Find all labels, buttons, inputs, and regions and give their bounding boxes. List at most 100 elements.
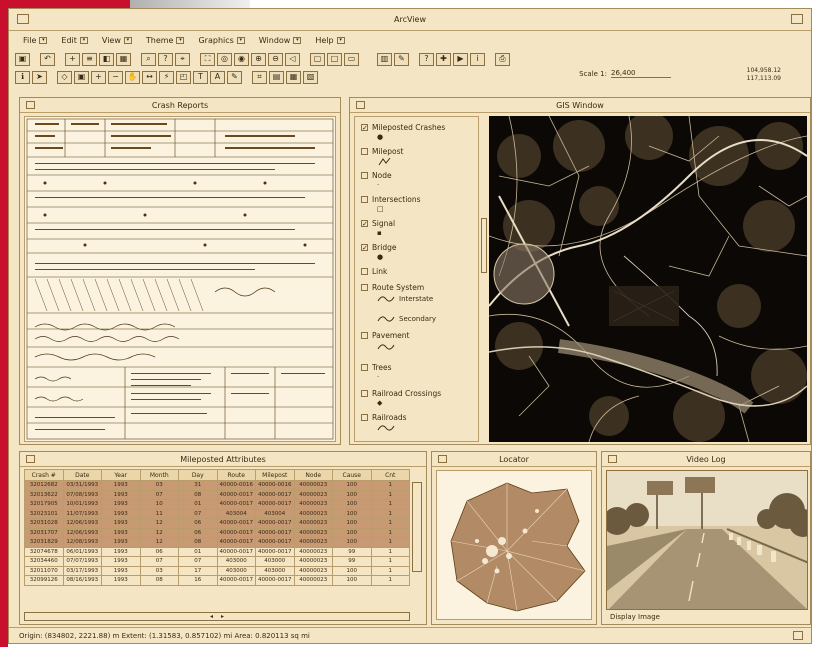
table-cell[interactable]: 40000-0017: [255, 499, 295, 510]
theme-properties-icon[interactable]: ≡: [82, 52, 97, 66]
table-cell[interactable]: 403000: [216, 565, 256, 576]
query-icon[interactable]: ?: [158, 52, 173, 66]
table-cell[interactable]: 11/07/1993: [62, 508, 102, 519]
add-theme-icon[interactable]: +: [65, 52, 80, 66]
table-cell[interactable]: 12: [139, 537, 179, 548]
column-header[interactable]: Year: [101, 469, 141, 481]
zoom-out-tool-icon[interactable]: −: [108, 70, 123, 84]
table-cell[interactable]: 40000-0017: [255, 537, 295, 548]
table-cell[interactable]: 1: [370, 508, 410, 519]
legend-bridge[interactable]: ✓ Bridge: [361, 243, 396, 252]
table-cell[interactable]: 32013622: [24, 489, 64, 500]
zoom-active-icon[interactable]: ◎: [217, 52, 232, 66]
pointer-icon[interactable]: ➤: [32, 70, 47, 84]
column-header[interactable]: Date: [62, 469, 102, 481]
table-cell[interactable]: 403000: [255, 565, 295, 576]
crash-tool-icon[interactable]: ✚: [436, 52, 451, 66]
legend-trees[interactable]: Trees: [361, 363, 392, 372]
table-cell[interactable]: 40000-0017: [216, 575, 256, 586]
legend-route-system[interactable]: Route System: [361, 283, 424, 292]
table-cell[interactable]: 12/06/1993: [62, 518, 102, 529]
video-tool-icon[interactable]: ▶: [453, 52, 468, 66]
table-cell[interactable]: 1: [370, 565, 410, 576]
hotlink-icon[interactable]: ⚡: [159, 70, 174, 84]
table-cell[interactable]: 07/07/1993: [62, 556, 102, 567]
checkbox-icon[interactable]: [361, 414, 368, 421]
menu-graphics[interactable]: Graphics ▾: [198, 36, 245, 45]
identify-icon[interactable]: ℹ: [15, 70, 30, 84]
column-header[interactable]: Cnt: [370, 469, 410, 481]
table-cell[interactable]: 07/08/1993: [62, 489, 102, 500]
locate-icon[interactable]: ⌖: [175, 52, 190, 66]
checkbox-icon[interactable]: [361, 364, 368, 371]
table-cell[interactable]: 1: [370, 499, 410, 510]
print-icon[interactable]: ⎙: [495, 52, 510, 66]
table-cell[interactable]: 40000-0017: [255, 575, 295, 586]
menu-file[interactable]: File ▾: [23, 36, 48, 45]
measure-icon[interactable]: ↔: [142, 70, 157, 84]
table-cell[interactable]: 40000-0016: [255, 480, 295, 491]
zoom-previous-icon[interactable]: ◁: [285, 52, 300, 66]
table-cell[interactable]: 08/16/1993: [62, 575, 102, 586]
window-menu-button[interactable]: [17, 14, 29, 24]
table-cell[interactable]: 03/17/1993: [62, 565, 102, 576]
table-cell[interactable]: 12/08/1993: [62, 537, 102, 548]
table-cell[interactable]: 1: [370, 575, 410, 586]
save-icon[interactable]: ▣: [15, 52, 30, 66]
table-cell[interactable]: 32031829: [24, 537, 64, 548]
table-row[interactable]: 32011070 03/17/1993 1993 03 17 403000 403000 40…: [24, 565, 410, 576]
checkbox-checked-icon[interactable]: ✓: [361, 244, 368, 252]
table-cell[interactable]: 12: [139, 527, 179, 538]
table-cell[interactable]: 100: [332, 508, 372, 519]
overview-tool-icon[interactable]: ▧: [303, 70, 318, 84]
table-cell[interactable]: 1: [370, 556, 410, 567]
zoom-in-tool-icon[interactable]: +: [91, 70, 106, 84]
gis-map-view[interactable]: [489, 116, 807, 442]
table-cell[interactable]: 06/01/1993: [62, 546, 102, 557]
table-icon[interactable]: ▦: [116, 52, 131, 66]
column-header[interactable]: Route: [216, 469, 256, 481]
graph-tool-icon[interactable]: ▤: [269, 70, 284, 84]
table-row[interactable]: 32099126 08/16/1993 1993 08 16 40000-0017 4000…: [24, 575, 410, 586]
table-cell[interactable]: 11: [139, 508, 179, 519]
table-cell[interactable]: 40000023: [293, 575, 333, 586]
table-cell[interactable]: 32031707: [24, 527, 64, 538]
menu-window[interactable]: Window ▾: [259, 36, 302, 45]
table-cell[interactable]: 40000023: [293, 556, 333, 567]
table-cell[interactable]: 40000-0017: [216, 537, 256, 548]
table-cell[interactable]: 1993: [101, 527, 141, 538]
vertex-edit-icon[interactable]: ◇: [57, 70, 72, 84]
table-cell[interactable]: 06: [178, 518, 218, 529]
table-cell[interactable]: 32031028: [24, 518, 64, 529]
table-cell[interactable]: 1: [370, 537, 410, 548]
table-cell[interactable]: 10: [139, 499, 179, 510]
zoom-full-icon[interactable]: ⛶: [200, 52, 215, 66]
table-cell[interactable]: 403004: [216, 508, 256, 519]
table-cell[interactable]: 32034460: [24, 556, 64, 567]
table-row[interactable]: 32013622 07/08/1993 1993 07 08 40000-0017 4000…: [24, 489, 410, 500]
table-cell[interactable]: 08: [139, 575, 179, 586]
table-cell[interactable]: 1993: [101, 489, 141, 500]
table-cell[interactable]: 16: [178, 575, 218, 586]
legend-pavement[interactable]: Pavement: [361, 331, 409, 340]
table-cell[interactable]: 40000023: [293, 546, 333, 557]
table-cell[interactable]: 1993: [101, 575, 141, 586]
menu-theme[interactable]: Theme ▾: [146, 36, 185, 45]
scale-value[interactable]: 26,400: [611, 69, 671, 78]
table-horizontal-scrollbar[interactable]: ◂ ▸: [24, 612, 410, 621]
table-cell[interactable]: 40000-0017: [255, 527, 295, 538]
table-tool-icon[interactable]: ▦: [286, 70, 301, 84]
table-cell[interactable]: 32011070: [24, 565, 64, 576]
table-cell[interactable]: 10/01/1993: [62, 499, 102, 510]
table-cell[interactable]: 1: [370, 527, 410, 538]
table-cell[interactable]: 40000-0017: [255, 518, 295, 529]
table-cell[interactable]: 100: [332, 518, 372, 529]
panel-menu-button[interactable]: [356, 101, 365, 109]
panel-menu-button[interactable]: [438, 455, 447, 463]
menu-edit[interactable]: Edit ▾: [61, 36, 88, 45]
panel-menu-button[interactable]: [26, 455, 35, 463]
table-cell[interactable]: 1993: [101, 508, 141, 519]
checkbox-icon[interactable]: [361, 390, 368, 397]
checkbox-icon[interactable]: [361, 196, 368, 203]
checkbox-icon[interactable]: [361, 172, 368, 179]
